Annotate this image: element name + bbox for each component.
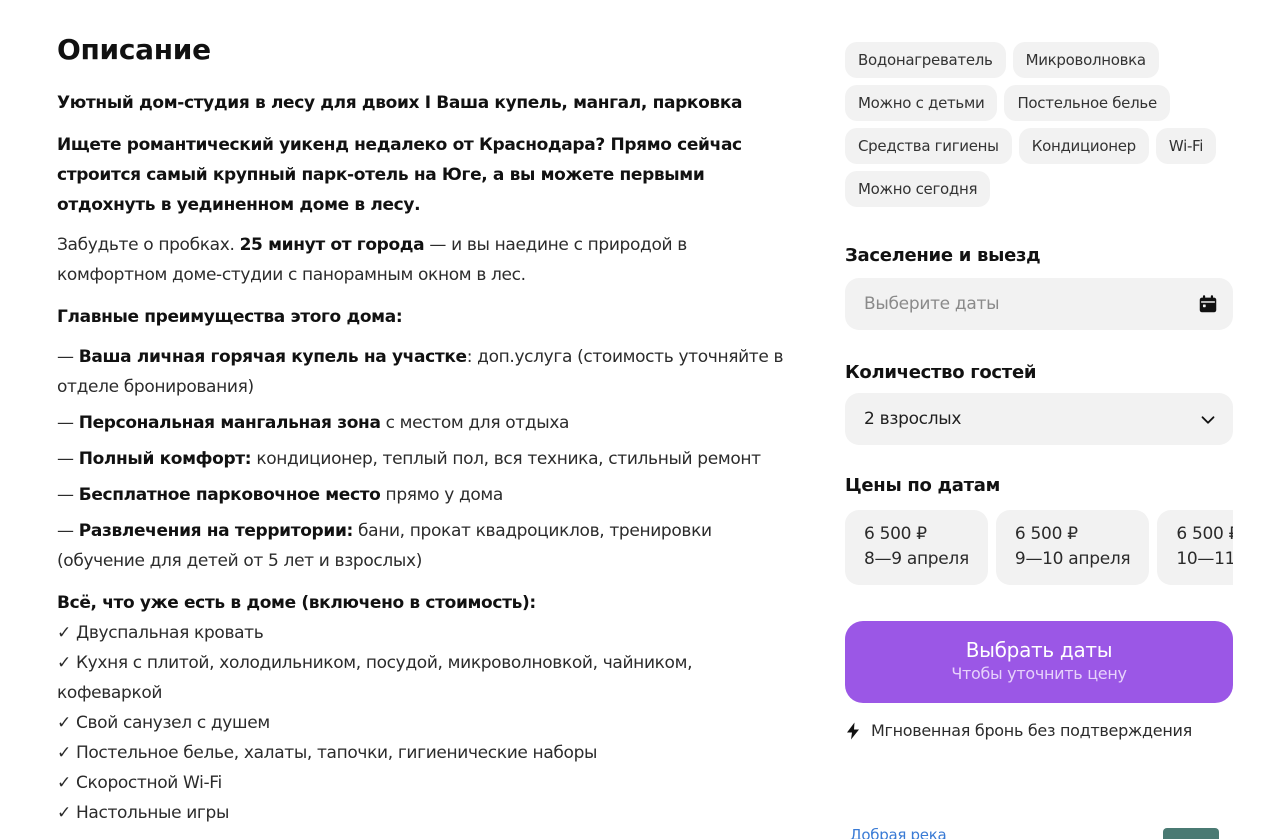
amenity-chip: Постельное белье: [1004, 85, 1170, 121]
guests-value: 2 взрослых: [864, 409, 962, 429]
check-icon: ✓: [57, 653, 76, 673]
footer-link[interactable]: Добрая река: [850, 826, 947, 839]
amenity-chip: Можно сегодня: [845, 171, 991, 207]
intro-paragraph: Ищете романтический уикенд недалеко от К…: [57, 135, 742, 215]
check-icon: ✓: [57, 803, 76, 823]
booking-panel: Водонагреватель Микроволновка Можно с де…: [845, 42, 1233, 740]
dates-picker[interactable]: Выберите даты: [845, 278, 1233, 330]
advantages-list: — Ваша личная горячая купель на участке:…: [57, 342, 792, 576]
amenity-chip: Водонагреватель: [845, 42, 1006, 78]
price-card[interactable]: 6 500 ₽ 9—10 апреля: [995, 510, 1150, 585]
lightning-icon: [847, 722, 859, 739]
included-text: Настольные игры: [75, 803, 230, 823]
advantage-item: — Развлечения на территории: бани, прока…: [57, 516, 792, 576]
dash-bullet: —: [57, 521, 79, 541]
price-card[interactable]: 6 500 ₽ 8—9 апреля: [845, 510, 988, 585]
guests-select[interactable]: 2 взрослых: [845, 393, 1233, 445]
price-cards: 6 500 ₽ 8—9 апреля 6 500 ₽ 9—10 апреля 6…: [845, 510, 1233, 585]
included-text: Кухня с плитой, холодильником, посудой, …: [57, 653, 693, 703]
price-card[interactable]: 6 500 ₽ 10—11 апреля: [1157, 510, 1233, 585]
advantage-item: — Полный комфорт: кондиционер, теплый по…: [57, 444, 792, 474]
instant-booking-note: Мгновенная бронь без подтверждения: [845, 721, 1233, 740]
checkin-title: Заселение и выезд: [845, 245, 1041, 266]
amenity-chip: Кондиционер: [1018, 128, 1149, 164]
dash-bullet: —: [57, 485, 79, 505]
location-paragraph: Забудьте о пробках. 25 минут от города —…: [57, 230, 757, 290]
advantage-rest: с местом для отдыха: [380, 413, 570, 433]
included-text: Двуспальная кровать: [75, 623, 264, 643]
included-item: ✓ Кухня с плитой, холодильником, посудой…: [57, 648, 747, 708]
check-icon: ✓: [57, 623, 76, 643]
amenity-chip: Средства гигиены: [845, 128, 1012, 164]
advantage-bold: Бесплатное парковочное место: [78, 485, 381, 505]
location-text-a: Забудьте о пробках.: [57, 235, 240, 255]
listing-subtitle: Уютный дом-студия в лесу для двоих I Ваш…: [57, 93, 743, 113]
included-title: Всё, что уже есть в доме (включено в сто…: [57, 593, 536, 613]
advantage-item: — Персональная мангальная зона с местом …: [57, 408, 792, 438]
advantages-title: Главные преимущества этого дома:: [57, 307, 403, 327]
included-item: ✓ Скоростной Wi-Fi: [57, 768, 747, 798]
description-heading: Описание: [57, 33, 211, 66]
included-text: Скоростной Wi-Fi: [75, 773, 222, 793]
description-section: Описание Уютный дом-студия в лесу для дв…: [57, 30, 802, 828]
advantage-rest: прямо у дома: [380, 485, 504, 505]
price-dates: 8—9 апреля: [864, 549, 969, 569]
select-dates-label: Выбрать даты: [965, 638, 1113, 662]
advantage-item: — Ваша личная горячая купель на участке:…: [57, 342, 792, 402]
included-text: Постельное белье, халаты, тапочки, гигие…: [75, 743, 598, 763]
amenities-chips: Водонагреватель Микроволновка Можно с де…: [845, 42, 1235, 207]
included-text: Свой санузел с душем: [75, 713, 270, 733]
advantage-bold: Ваша личная горячая купель на участке: [78, 347, 467, 367]
dash-bullet: —: [57, 449, 79, 469]
footer-button[interactable]: [1163, 828, 1219, 839]
prices-title: Цены по датам: [845, 475, 1001, 496]
select-dates-sublabel: Чтобы уточнить цену: [951, 664, 1127, 683]
select-dates-button[interactable]: Выбрать даты Чтобы уточнить цену: [845, 621, 1233, 703]
included-list: ✓ Двуспальная кровать ✓ Кухня с плитой, …: [57, 618, 747, 828]
dash-bullet: —: [57, 413, 79, 433]
amenity-chip: Можно с детьми: [845, 85, 998, 121]
amenity-chip: Микроволновка: [1012, 42, 1159, 78]
check-icon: ✓: [57, 743, 76, 763]
advantage-rest: кондиционер, теплый пол, вся техника, ст…: [251, 449, 761, 469]
advantage-bold: Полный комфорт:: [78, 449, 252, 469]
dash-bullet: —: [57, 347, 79, 367]
instant-booking-text: Мгновенная бронь без подтверждения: [871, 721, 1192, 740]
included-item: ✓ Свой санузел с душем: [57, 708, 747, 738]
amenity-chip: Wi-Fi: [1155, 128, 1217, 164]
advantage-bold: Развлечения на территории:: [78, 521, 354, 541]
price-amount: 6 500 ₽: [1176, 524, 1233, 544]
guests-title: Количество гостей: [845, 362, 1037, 383]
price-dates: 9—10 апреля: [1014, 549, 1131, 569]
chevron-down-icon: [1201, 416, 1215, 424]
check-icon: ✓: [57, 773, 76, 793]
included-item: ✓ Настольные игры: [57, 798, 747, 828]
advantage-item: — Бесплатное парковочное место прямо у д…: [57, 480, 792, 510]
price-dates: 10—11 апреля: [1176, 549, 1233, 569]
calendar-icon: [1199, 295, 1217, 313]
location-highlight: 25 минут от города: [239, 235, 425, 255]
dates-placeholder: Выберите даты: [864, 294, 1000, 314]
advantage-bold: Персональная мангальная зона: [78, 413, 381, 433]
included-item: ✓ Постельное белье, халаты, тапочки, гиг…: [57, 738, 747, 768]
price-amount: 6 500 ₽: [864, 524, 927, 544]
check-icon: ✓: [57, 713, 76, 733]
price-amount: 6 500 ₽: [1014, 524, 1078, 544]
included-item: ✓ Двуспальная кровать: [57, 618, 747, 648]
